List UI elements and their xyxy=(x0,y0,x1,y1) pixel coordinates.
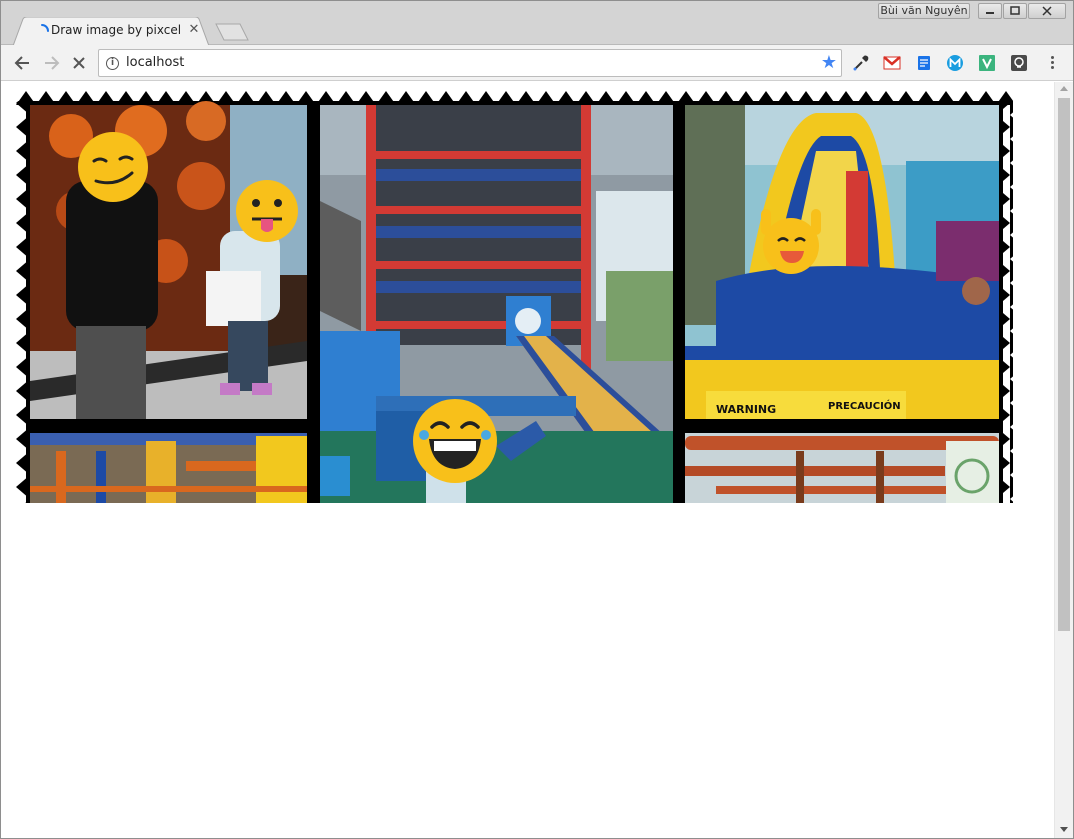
photo-halloween-kids xyxy=(30,101,307,419)
warning-sign-text: WARNING xyxy=(716,403,776,416)
eyedropper-extension-icon[interactable] xyxy=(852,54,870,72)
tab-active[interactable]: Draw image by pixcel ✕ xyxy=(13,17,209,46)
restore-icon xyxy=(1010,6,1020,15)
notes-extension-icon[interactable] xyxy=(915,54,933,72)
back-arrow-icon[interactable] xyxy=(13,53,33,73)
restore-button[interactable] xyxy=(1003,3,1027,19)
close-window-button[interactable] xyxy=(1028,3,1066,19)
emoji-laughing-sticker xyxy=(413,399,497,483)
scrollbar-thumb[interactable] xyxy=(1058,98,1070,631)
emoji-celebrate-sticker xyxy=(761,209,821,274)
bookmark-star-icon[interactable]: ★ xyxy=(821,53,837,73)
photo-bottom-right-rails xyxy=(685,433,999,503)
new-tab-button[interactable] xyxy=(213,23,251,41)
profile-button[interactable]: Bùi văn Nguyên xyxy=(878,3,970,19)
browser-toolbar: i localhost ★ xyxy=(1,45,1073,81)
address-url[interactable]: localhost xyxy=(126,55,184,70)
photo-inflatable-slide: WARNING PRECAUCIÓN xyxy=(685,105,999,419)
emoji-tongue-sticker xyxy=(236,180,298,242)
m-extension-icon[interactable] xyxy=(946,54,964,72)
browser-window: Draw image by pixcel ✕ Bùi văn Nguyên i … xyxy=(0,0,1074,839)
photo-collage-canvas: WARNING PRECAUCIÓN xyxy=(16,91,1013,503)
close-icon xyxy=(1042,6,1052,16)
address-bar[interactable]: i localhost ★ xyxy=(98,49,842,77)
scroll-down-arrow-icon[interactable] xyxy=(1060,827,1068,832)
tab-close-icon[interactable]: ✕ xyxy=(187,23,201,37)
scroll-up-arrow-icon[interactable] xyxy=(1060,86,1068,91)
minimize-icon xyxy=(986,12,994,14)
minimize-button[interactable] xyxy=(978,3,1002,19)
photo-bottom-left-railings xyxy=(30,433,307,503)
page-viewport: WARNING PRECAUCIÓN xyxy=(2,82,1054,838)
tab-title: Draw image by pixcel xyxy=(51,23,182,37)
stop-loading-icon[interactable] xyxy=(69,53,89,73)
v-extension-icon[interactable] xyxy=(978,54,996,72)
window-controls xyxy=(978,3,1066,19)
precaucion-sign-text: PRECAUCIÓN xyxy=(828,399,901,412)
lightbulb-extension-icon[interactable] xyxy=(1010,54,1028,72)
gmail-extension-icon[interactable] xyxy=(883,54,901,72)
vertical-scrollbar[interactable] xyxy=(1054,82,1073,838)
tab-strip: Draw image by pixcel ✕ Bùi văn Nguyên xyxy=(1,1,1073,46)
forward-arrow-icon[interactable] xyxy=(41,53,61,73)
emoji-smirk-sticker xyxy=(78,132,148,202)
loading-spinner-icon xyxy=(41,24,49,32)
site-info-icon[interactable]: i xyxy=(106,57,119,70)
browser-menu-icon[interactable] xyxy=(1047,54,1057,72)
